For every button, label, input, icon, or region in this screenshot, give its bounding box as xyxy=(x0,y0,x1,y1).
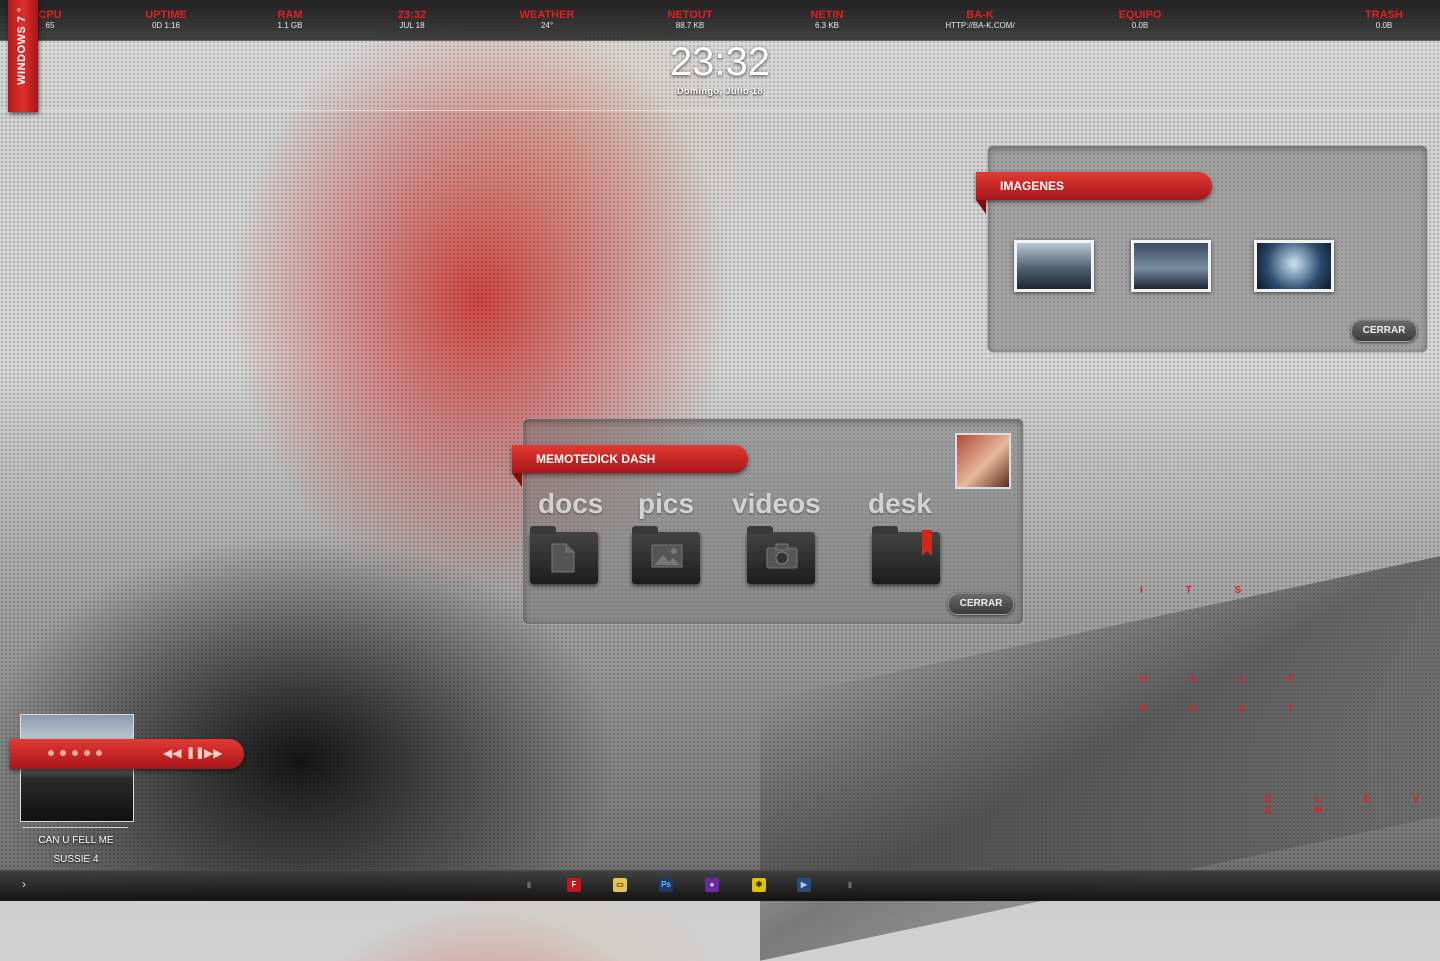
fast-forward-icon[interactable]: ▶▶ xyxy=(204,746,222,760)
divider xyxy=(22,827,128,828)
progress-dots xyxy=(48,750,108,758)
music-player-bar: ◀◀ ❚❚ ▶▶ xyxy=(10,739,244,769)
stat-trash[interactable]: TRASH 0.0B xyxy=(1329,9,1439,31)
photoshop-icon[interactable]: Ps xyxy=(659,878,673,892)
dash-close-button[interactable]: CERRAR xyxy=(948,593,1014,615)
dash-title: MEMOTEDICK DASH xyxy=(512,445,748,473)
word-clock-eleven: E L E V E N xyxy=(1265,794,1440,816)
image-thumbnail-3[interactable] xyxy=(1254,240,1334,292)
taskbar: › xyxy=(0,870,1440,901)
clock-time: 23:32 xyxy=(669,40,771,84)
rewind-icon[interactable]: ◀◀ xyxy=(163,746,181,760)
brand-tab: WINDOWS 7 ° xyxy=(8,0,38,112)
word-clock-past: P A S T xyxy=(1140,704,1315,715)
taskbar-bookmark-right-icon: ▮ xyxy=(847,880,853,889)
folder-label-desk: desk xyxy=(868,488,932,519)
folder-desk[interactable] xyxy=(872,526,940,584)
image-thumbnail-1[interactable] xyxy=(1014,240,1094,292)
settings-app-icon[interactable]: ✱ xyxy=(752,878,766,892)
stat-time: 23:32 JUL 18 xyxy=(397,9,427,30)
document-icon xyxy=(551,543,575,573)
top-stats-bar: CPU 65 UPTIME 0D 1:16 RAM 1.1 GB 23:32 JUL 1… xyxy=(0,0,1440,41)
folder-pics[interactable] xyxy=(632,526,700,584)
start-arrow-icon[interactable]: › xyxy=(22,877,26,891)
word-clock-half: H A L F xyxy=(1140,674,1315,685)
camera-icon xyxy=(766,543,798,569)
clock-date: Domingo, Julio 18 xyxy=(676,86,763,96)
image-icon xyxy=(651,544,683,568)
stat-equipo[interactable]: EQUIPO 0.0B xyxy=(1085,9,1195,31)
word-clock-its: I T S xyxy=(1140,585,1262,596)
stat-uptime: UPTIME 0D 1:16 xyxy=(145,9,187,30)
image-thumbnail-2[interactable] xyxy=(1131,240,1211,292)
imagenes-title: IMAGENES xyxy=(976,172,1212,200)
folder-label-videos: videos xyxy=(732,488,821,519)
folder-icon[interactable]: ▭ xyxy=(613,878,627,892)
taskbar-bookmark-left-icon: ▮ xyxy=(526,880,532,889)
folder-label-pics: pics xyxy=(638,488,695,519)
stat-netout: NETOUT 88.7 KB xyxy=(667,9,713,30)
imagenes-close-button[interactable]: CERRAR xyxy=(1351,320,1417,342)
stat-weather: WEATHER 24° xyxy=(519,9,575,30)
track-title: CAN U FELL ME xyxy=(38,835,114,846)
stat-netin: NETIN 6.3 KB xyxy=(810,9,844,30)
flash-icon[interactable]: F xyxy=(567,878,581,892)
folder-label-docs: docs xyxy=(538,488,604,519)
purple-app-icon[interactable]: ● xyxy=(705,878,719,892)
track-artist: SUSSIE 4 xyxy=(53,854,99,865)
media-player-icon[interactable]: ▶ xyxy=(797,878,811,892)
stat-ram: RAM 1.1 GB xyxy=(277,9,303,30)
folder-docs[interactable] xyxy=(530,526,598,584)
bookmark-icon xyxy=(922,530,932,556)
folder-videos[interactable] xyxy=(747,526,815,584)
pause-icon[interactable]: ❚❚ xyxy=(186,746,204,759)
avatar[interactable] xyxy=(955,433,1011,489)
stat-website[interactable]: BA-K HTTP://BA-K.COM/ xyxy=(925,9,1035,31)
